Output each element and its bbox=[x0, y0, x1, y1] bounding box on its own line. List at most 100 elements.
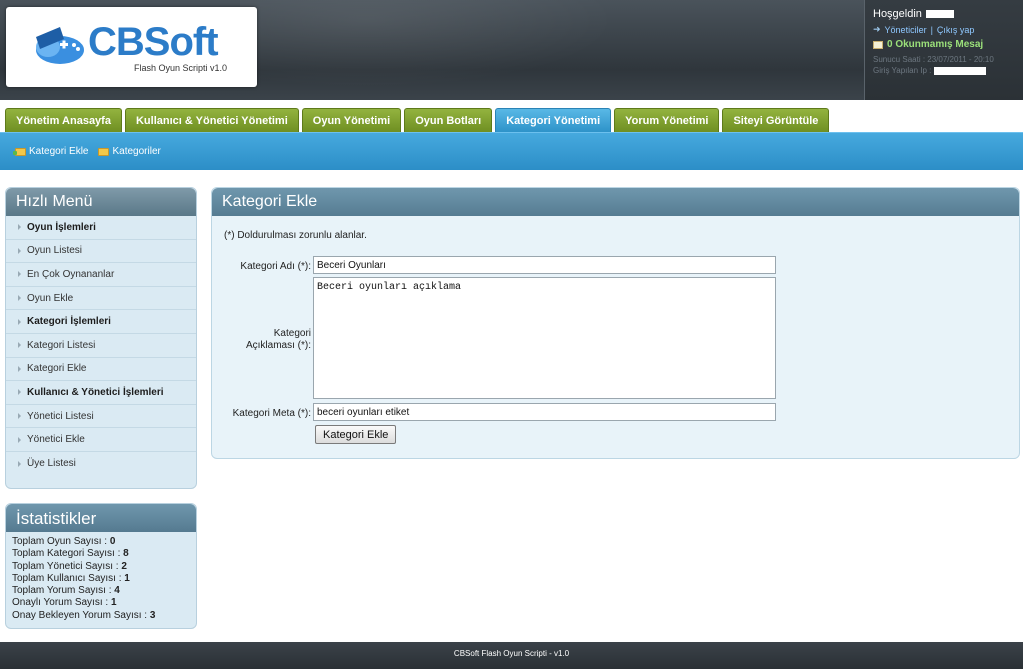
stat-row: Toplam Oyun Sayısı : 0 bbox=[12, 536, 190, 548]
category-meta-label: Kategori Meta (*): bbox=[232, 408, 311, 419]
arrow-icon bbox=[18, 318, 21, 325]
arrow-icon bbox=[18, 389, 21, 396]
menu-item-label: Oyun İşlemleri bbox=[27, 221, 96, 233]
add-category-submit-button[interactable]: Kategori Ekle bbox=[315, 425, 397, 444]
statistics-box: İstatistikler Toplam Oyun Sayısı : 0 Top… bbox=[5, 503, 197, 629]
menu-item-game-ops[interactable]: Oyun İşlemleri bbox=[6, 216, 196, 240]
menu-item-admin-list[interactable]: Yönetici Listesi bbox=[6, 405, 196, 429]
menu-item-category-ops[interactable]: Kategori İşlemleri bbox=[6, 310, 196, 334]
subnav-add-category[interactable]: Kategori Ekle bbox=[13, 146, 89, 157]
unread-messages: 0 Okunmamış Mesaj bbox=[887, 39, 984, 50]
statistics-title: İstatistikler bbox=[6, 504, 196, 532]
logo[interactable]: CBSoft Flash Oyun Scripti v1.0 bbox=[6, 7, 257, 87]
menu-item-category-list[interactable]: Kategori Listesi bbox=[6, 334, 196, 358]
menu-item-label: Kullanıcı & Yönetici İşlemleri bbox=[27, 386, 164, 398]
stat-row: Toplam Kullanıcı Sayısı : 1 bbox=[12, 573, 190, 585]
arrow-icon bbox=[18, 271, 21, 278]
menu-item-label: Yönetici Ekle bbox=[27, 434, 85, 446]
stat-row: Toplam Yönetici Sayısı : 2 bbox=[12, 561, 190, 573]
category-description-label: Kategori Açıklaması (*): bbox=[212, 328, 311, 352]
stat-value: 8 bbox=[123, 548, 129, 560]
welcome-line: Hoşgeldin bbox=[873, 8, 1015, 20]
link-separator: | bbox=[930, 24, 933, 35]
subnav-categories[interactable]: Kategoriler bbox=[98, 146, 161, 157]
tab-game-bots[interactable]: Oyun Botları bbox=[404, 108, 493, 132]
header-decoration bbox=[240, 0, 660, 100]
required-note: (*) Doldurulması zorunlu alanlar. bbox=[224, 230, 367, 241]
menu-item-add-game[interactable]: Oyun Ekle bbox=[6, 287, 196, 311]
user-links: ➜ Yöneticiler | Çıkış yap bbox=[873, 24, 1015, 35]
menu-item-most-played[interactable]: En Çok Oynananlar bbox=[6, 263, 196, 287]
menu-item-label: Oyun Listesi bbox=[27, 245, 83, 257]
subnav-add-category-label: Kategori Ekle bbox=[29, 146, 89, 157]
arrow-icon bbox=[18, 460, 21, 467]
arrow-icon bbox=[18, 436, 21, 443]
menu-item-label: Kategori Listesi bbox=[27, 339, 96, 351]
tab-game-management[interactable]: Oyun Yönetimi bbox=[301, 108, 402, 132]
logout-link[interactable]: Çıkış yap bbox=[937, 25, 975, 35]
menu-item-label: Yönetici Listesi bbox=[27, 410, 94, 422]
admins-icon: ➜ bbox=[873, 24, 881, 34]
subnav-categories-label: Kategoriler bbox=[112, 146, 161, 157]
category-meta-input[interactable] bbox=[313, 403, 776, 421]
category-name-input[interactable] bbox=[313, 256, 776, 274]
sub-navigation: Kategori Ekle Kategoriler bbox=[0, 132, 1023, 170]
stat-row: Toplam Yorum Sayısı : 4 bbox=[12, 585, 190, 597]
tab-comment-management[interactable]: Yorum Yönetimi bbox=[614, 108, 720, 132]
tab-dashboard[interactable]: Yönetim Anasayfa bbox=[5, 108, 122, 132]
main-tabbar: Yönetim Anasayfa Kullanıcı & Yönetici Yö… bbox=[0, 100, 1023, 132]
menu-item-label: Kategori İşlemleri bbox=[27, 316, 111, 328]
stat-label: Toplam Yönetici Sayısı : bbox=[12, 560, 119, 572]
messages-line[interactable]: 0 Okunmamış Mesaj bbox=[873, 39, 1015, 50]
menu-item-member-list[interactable]: Üye Listesi bbox=[6, 452, 196, 476]
menu-item-label: En Çok Oynananlar bbox=[27, 268, 115, 280]
arrow-icon bbox=[18, 413, 21, 420]
header: CBSoft Flash Oyun Scripti v1.0 Hoşgeldin… bbox=[0, 0, 1023, 100]
menu-item-label: Oyun Ekle bbox=[27, 292, 74, 304]
statistics-list: Toplam Oyun Sayısı : 0 Toplam Kategori S… bbox=[6, 532, 196, 626]
menu-item-label: Üye Listesi bbox=[27, 458, 76, 470]
ip-redacted bbox=[933, 66, 986, 75]
brand-name: CBSoft bbox=[88, 20, 219, 64]
stat-row: Onaylı Yorum Sayısı : 1 bbox=[12, 597, 190, 609]
stat-label: Toplam Yorum Sayısı : bbox=[12, 585, 112, 597]
tab-user-admin-management[interactable]: Kullanıcı & Yönetici Yönetimi bbox=[124, 108, 299, 132]
desc-label-line-1: Kategori bbox=[273, 328, 311, 339]
tab-view-site[interactable]: Siteyi Görüntüle bbox=[722, 108, 830, 132]
stat-label: Onay Bekleyen Yorum Sayısı : bbox=[12, 609, 148, 621]
welcome-text: Hoşgeldin bbox=[873, 8, 922, 20]
arrow-icon bbox=[18, 295, 21, 302]
stat-row: Toplam Kategori Sayısı : 8 bbox=[12, 548, 190, 560]
arrow-icon bbox=[18, 342, 21, 349]
category-description-textarea[interactable]: Beceri oyunları açıklama bbox=[313, 277, 776, 399]
user-panel: Hoşgeldin ➜ Yöneticiler | Çıkış yap 0 Ok… bbox=[864, 0, 1023, 100]
menu-item-add-admin[interactable]: Yönetici Ekle bbox=[6, 428, 196, 452]
tab-category-management[interactable]: Kategori Yönetimi bbox=[495, 108, 612, 132]
category-name-label: Kategori Adı (*): bbox=[240, 261, 311, 272]
menu-item-add-category[interactable]: Kategori Ekle bbox=[6, 358, 196, 382]
stat-value: 1 bbox=[124, 572, 130, 584]
arrow-icon bbox=[18, 365, 21, 372]
server-time: Sunucu Saati : 23/07/2011 - 20:10 bbox=[873, 55, 994, 64]
admins-link[interactable]: Yöneticiler bbox=[885, 25, 927, 35]
arrow-icon bbox=[18, 224, 21, 231]
arrow-icon bbox=[18, 247, 21, 254]
stat-label: Toplam Kategori Sayısı : bbox=[12, 548, 121, 560]
stat-value: 1 bbox=[110, 597, 117, 609]
menu-item-label: Kategori Ekle bbox=[27, 363, 87, 375]
add-category-panel: Kategori Ekle (*) Doldurulması zorunlu a… bbox=[211, 187, 1020, 459]
stat-label: Onaylı Yorum Sayısı : bbox=[12, 597, 109, 609]
brand-subtitle: Flash Oyun Scripti v1.0 bbox=[134, 63, 228, 73]
quick-menu-title: Hızlı Menü bbox=[6, 188, 196, 216]
folder-icon bbox=[98, 147, 110, 156]
main-tabs: Yönetim Anasayfa Kullanıcı & Yönetici Yö… bbox=[5, 108, 830, 132]
gamepad-logo-icon bbox=[36, 27, 84, 64]
menu-item-user-admin-ops[interactable]: Kullanıcı & Yönetici İşlemleri bbox=[6, 381, 196, 405]
stat-row: Onay Bekleyen Yorum Sayısı : 3 bbox=[12, 610, 190, 622]
stat-value: 3 bbox=[149, 609, 156, 621]
sub-links: Kategori Ekle Kategoriler bbox=[13, 146, 161, 157]
session-meta: Sunucu Saati : 23/07/2011 - 20:10 Giriş … bbox=[873, 54, 1015, 76]
quick-menu-list: Oyun İşlemleri Oyun Listesi En Çok Oynan… bbox=[6, 216, 196, 476]
menu-item-game-list[interactable]: Oyun Listesi bbox=[6, 240, 196, 264]
form-title: Kategori Ekle bbox=[212, 188, 1019, 216]
